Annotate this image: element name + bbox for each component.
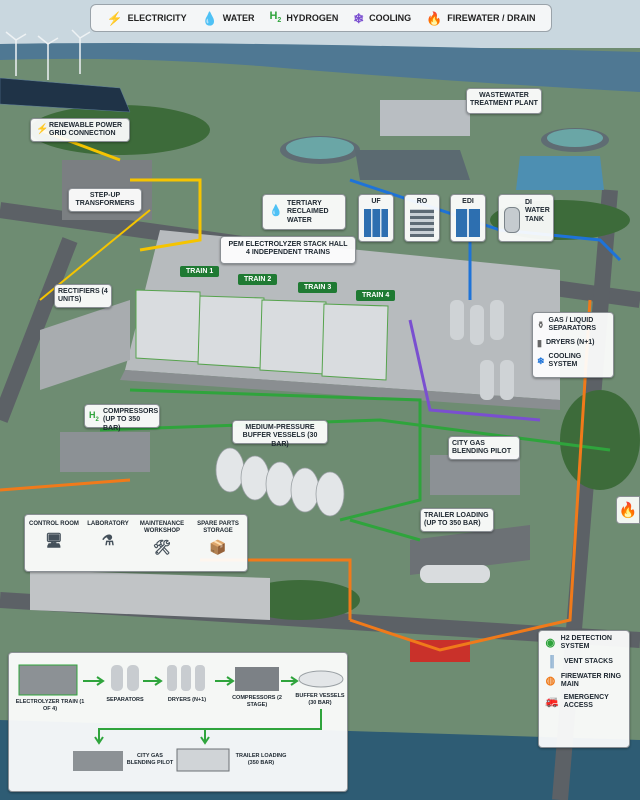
emergency-access-row: 🚒 EMERGENCY ACCESS — [545, 693, 609, 710]
city-gas-skid — [430, 455, 520, 495]
detector-icon: ◉ — [545, 636, 556, 649]
snowflake-icon: ❄ — [537, 355, 545, 366]
cooling-row: ❄ COOLING SYSTEM — [537, 352, 582, 368]
flow-trailer: TRAILER LOADING (350 BAR) — [235, 753, 287, 766]
legend-electricity: ⚡ ELECTRICITY — [106, 10, 187, 26]
tube-trailer — [420, 565, 490, 583]
legend-cooling: ❄ COOLING — [353, 10, 412, 26]
train-3-tag: TRAIN 3 — [298, 282, 338, 293]
gas-liquid-row: ⚱ GAS / LIQUID SEPARATORS — [537, 317, 596, 333]
flow-dryers: DRYERS (N+1) — [167, 697, 207, 703]
h2-detection-row: ◉ H2 DETECTION SYSTEM — [545, 635, 612, 651]
wastewater-label: WASTEWATER TREATMENT PLANT — [466, 88, 542, 114]
process-units-card: ⚱ GAS / LIQUID SEPARATORS ▮ DRYERS (N+1)… — [532, 312, 614, 378]
hydrogen-icon: H2 — [269, 10, 282, 25]
lightning-icon: ⚡ — [106, 10, 123, 26]
dryer-icon: ▮ — [537, 337, 542, 348]
train-2-tag: TRAIN 2 — [238, 274, 278, 285]
maintenance-workshop: MAINTENANCE WORKSHOP 🛠 — [135, 521, 189, 556]
compressor-skids — [60, 432, 150, 472]
edi-cell-icon — [456, 209, 480, 238]
buffer-label: MEDIUM-PRESSURE BUFFER VESSELS (30 BAR) — [232, 420, 328, 448]
vent-stack-icon: ║ — [548, 655, 556, 668]
uf-unit: UF — [358, 194, 394, 242]
safety-panel: ◉ H2 DETECTION SYSTEM ║ VENT STACKS ◍ FI… — [538, 630, 630, 748]
flow-city-gas: CITY GAS BLENDING PILOT — [126, 753, 174, 766]
snowflake-icon: ❄ — [353, 10, 365, 26]
fire-truck-icon: 🚒 — [545, 695, 559, 708]
compressors-label: H2 COMPRESSORS (UP TO 350 BAR) — [84, 404, 160, 432]
tank-icon — [504, 207, 520, 233]
tools-icon: 🛠 — [153, 539, 171, 556]
di-tank-label: DI WATER TANK — [498, 194, 554, 242]
flame-icon: 🔥 — [618, 502, 638, 519]
control-room: CONTROL ROOM 🖥 — [27, 521, 81, 549]
fire-safety-tab[interactable]: 🔥 — [616, 496, 640, 524]
train-4-tag: TRAIN 4 — [356, 290, 396, 301]
uf-membrane-icon — [364, 209, 388, 238]
renewable-label: ⚡ RENEWABLE POWER GRID CONNECTION — [30, 118, 130, 142]
lightning-icon: ⚡ — [36, 124, 49, 135]
spare-parts-storage: SPARE PARTS STORAGE 📦 — [191, 521, 245, 556]
flow-electrolyzer: ELECTROLYZER TRAIN (1 OF 4) — [15, 699, 85, 712]
monitor-icon: 🖥 — [45, 532, 63, 549]
rectifiers-label: RECTIFIERS (4 UNITS) — [54, 284, 112, 308]
support-buildings-card: CONTROL ROOM 🖥 LABORATORY ⚗ MAINTENANCE … — [24, 514, 248, 572]
stack-hall-label: PEM ELECTROLYZER STACK HALL 4 INDEPENDEN… — [220, 236, 356, 264]
train-1-tag: TRAIN 1 — [180, 266, 220, 277]
flow-separators: SEPARATORS — [106, 697, 144, 703]
hydrogen-icon: H2 — [89, 410, 99, 423]
process-flow-panel: ELECTROLYZER TRAIN (1 OF 4) SEPARATORS D… — [8, 652, 348, 792]
firewater-icon: ◍ — [545, 674, 556, 687]
edi-unit: EDI — [450, 194, 486, 242]
legend-hydrogen: H2 HYDROGEN — [269, 10, 339, 25]
dryers-row: ▮ DRYERS (N+1) — [537, 337, 595, 348]
stepup-label: STEP-UP TRANSFORMERS — [68, 188, 142, 212]
legend-firewater: 🔥 FIREWATER / DRAIN — [426, 10, 536, 26]
flask-icon: ⚗ — [101, 532, 115, 549]
ro-rack-icon — [410, 209, 434, 238]
legend-water: 💧 WATER — [201, 10, 255, 26]
city-gas-label: CITY GAS BLENDING PILOT — [448, 436, 520, 460]
water-drop-icon: 💧 — [269, 205, 283, 217]
laboratory: LABORATORY ⚗ — [81, 521, 135, 549]
firewater-row: ◍ FIREWATER RING MAIN — [545, 672, 622, 689]
ro-unit: RO — [404, 194, 440, 242]
flow-graphics — [18, 664, 344, 772]
water-drop-icon: 💧 — [201, 10, 218, 26]
trailer-loading-label: TRAILER LOADING (UP TO 350 BAR) — [420, 508, 494, 532]
vent-stacks-row: ║ VENT STACKS — [545, 656, 623, 669]
flame-icon: 🔥 — [426, 10, 443, 26]
box-icon: 📦 — [209, 539, 227, 556]
legend-bar: ⚡ ELECTRICITY 💧 WATER H2 HYDROGEN ❄ COOL… — [90, 4, 552, 32]
separator-icon: ⚱ — [537, 319, 545, 330]
flow-compressors: COMPRESSORS (2 STAGE) — [232, 695, 282, 708]
flow-buffer-vessels: BUFFER VESSELS (30 BAR) — [295, 693, 345, 706]
tertiary-label: 💧 TERTIARY RECLAIMED WATER — [262, 194, 346, 230]
